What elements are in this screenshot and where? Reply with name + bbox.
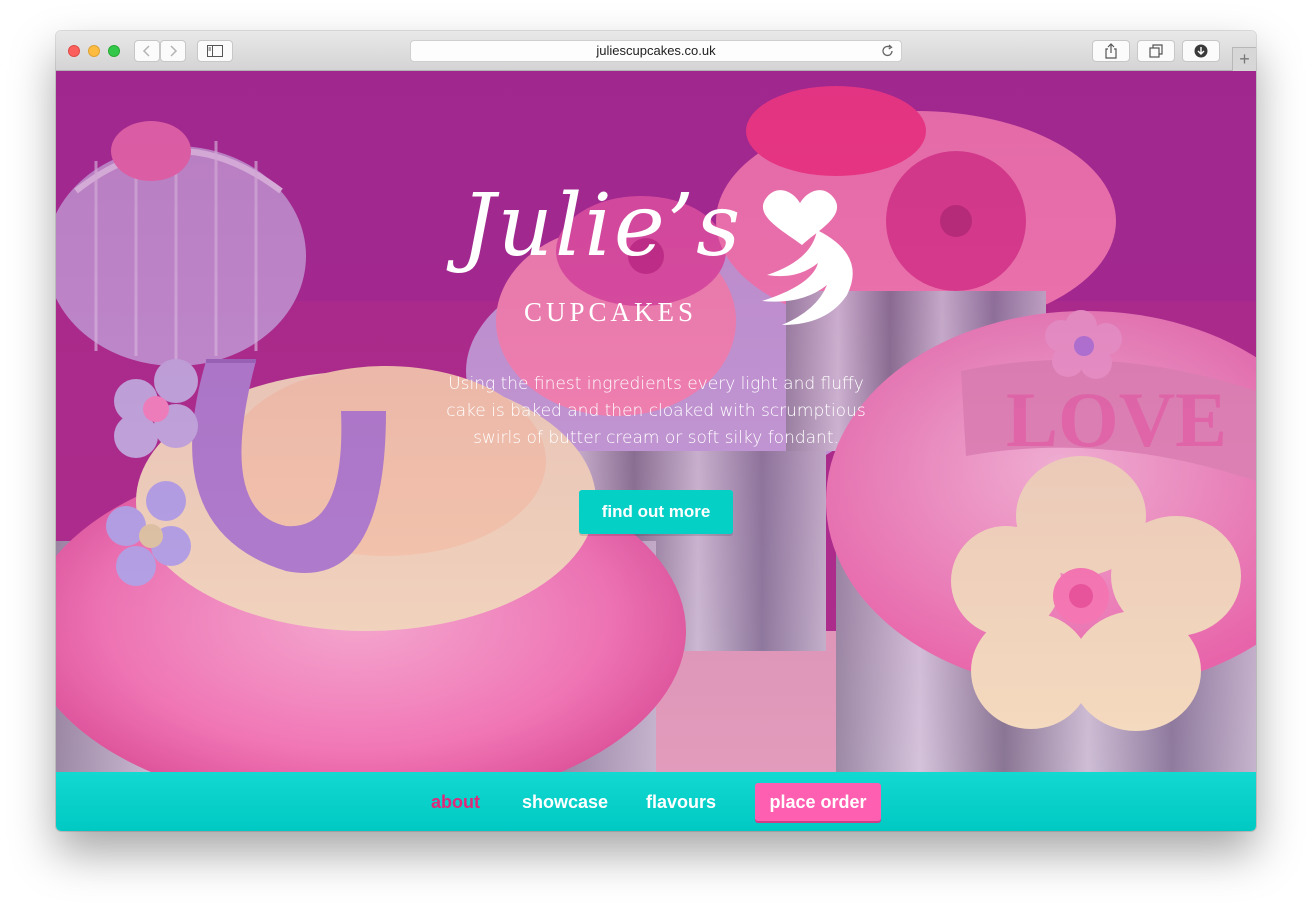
logo-script-text: Julie’s bbox=[461, 176, 743, 276]
minimize-icon[interactable] bbox=[88, 45, 100, 57]
back-button[interactable] bbox=[134, 40, 160, 62]
bottom-navigation: about showcase flavours place order bbox=[56, 772, 1256, 831]
browser-window: juliescupcakes.co.uk + Julie’s CUPCAKES … bbox=[56, 31, 1256, 831]
browser-toolbar: juliescupcakes.co.uk + bbox=[56, 31, 1256, 71]
find-out-more-button[interactable]: find out more bbox=[579, 490, 733, 534]
download-button[interactable] bbox=[1182, 40, 1220, 62]
url-text: juliescupcakes.co.uk bbox=[596, 43, 716, 58]
address-bar[interactable]: juliescupcakes.co.uk bbox=[410, 40, 902, 62]
sidebar-icon bbox=[207, 45, 223, 57]
zoom-icon[interactable] bbox=[108, 45, 120, 57]
nav-item-flavours[interactable]: flavours bbox=[646, 792, 716, 813]
forward-icon bbox=[170, 45, 178, 57]
nav-item-showcase[interactable]: showcase bbox=[522, 792, 608, 813]
close-icon[interactable] bbox=[68, 45, 80, 57]
tabs-button[interactable] bbox=[1137, 40, 1175, 62]
nav-item-about[interactable]: about bbox=[431, 792, 480, 813]
share-button[interactable] bbox=[1092, 40, 1130, 62]
plus-icon[interactable]: + bbox=[1232, 47, 1256, 71]
heart-cupcake-logo-icon bbox=[762, 190, 853, 325]
forward-button[interactable] bbox=[160, 40, 186, 62]
back-icon bbox=[142, 45, 150, 57]
reload-icon[interactable] bbox=[881, 44, 895, 58]
julies-cupcakes-logo[interactable]: Julie’s CUPCAKES bbox=[456, 183, 876, 343]
hero-tagline: Using the finest ingredients every light… bbox=[446, 374, 866, 448]
logo-subtitle: CUPCAKES bbox=[524, 297, 698, 327]
tabs-icon bbox=[1149, 44, 1163, 58]
hero-section: LOVE Julie’s CUPCAKES bbox=[56, 71, 1256, 772]
sidebar-button[interactable] bbox=[197, 40, 233, 62]
share-icon bbox=[1105, 43, 1117, 59]
place-order-button[interactable]: place order bbox=[755, 783, 881, 821]
download-icon bbox=[1194, 44, 1208, 58]
